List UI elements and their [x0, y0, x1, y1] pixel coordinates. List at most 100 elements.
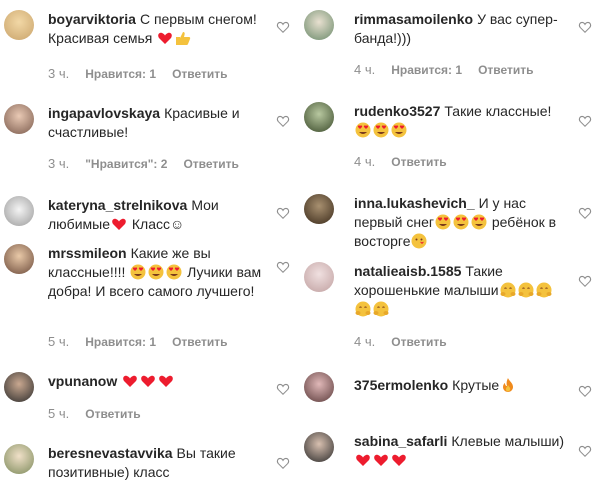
- heart-eyes-emoji: [355, 122, 371, 138]
- red-heart-emoji: [158, 32, 173, 44]
- reply-button[interactable]: Ответить: [391, 155, 446, 169]
- comment-meta: 4 ч. Ответить: [354, 154, 463, 169]
- reply-button[interactable]: Ответить: [172, 335, 227, 349]
- comments-column-left: boyarviktoria С первым снегом! Красивая с…: [0, 0, 302, 494]
- avatar[interactable]: [4, 372, 34, 402]
- heart-eyes-emoji: [471, 214, 487, 230]
- reply-button[interactable]: Ответить: [478, 63, 533, 77]
- avatar[interactable]: [304, 10, 334, 40]
- red-heart-emoji: [392, 454, 406, 466]
- likes-count[interactable]: Нравится: 1: [85, 335, 156, 349]
- comment-text: boyarviktoria С первым снегом! Красивая с…: [48, 10, 266, 48]
- comment-body: Клевые малыши): [451, 433, 565, 449]
- klass-text: Класс☺: [131, 216, 185, 232]
- timestamp: 3 ч.: [48, 66, 70, 81]
- likes-count[interactable]: Нравится: 1: [85, 67, 156, 81]
- username[interactable]: kateryna_strelnikova: [48, 197, 187, 213]
- reply-button[interactable]: Ответить: [391, 335, 446, 349]
- username[interactable]: boyarviktoria: [48, 11, 136, 27]
- reply-button[interactable]: Ответить: [85, 407, 140, 421]
- red-heart-emoji: [374, 454, 388, 466]
- timestamp: 4 ч.: [354, 154, 376, 169]
- avatar[interactable]: [304, 262, 334, 292]
- like-heart-icon[interactable]: [276, 456, 290, 470]
- heart-eyes-emoji: [391, 122, 407, 138]
- red-heart-emoji: [356, 454, 370, 466]
- like-heart-icon[interactable]: [276, 114, 290, 128]
- comment-text: ingapavlovskaya Красивые и счастливые!: [48, 104, 266, 142]
- comment-meta: 4 ч. Ответить: [354, 334, 463, 349]
- like-heart-icon[interactable]: [276, 382, 290, 396]
- timestamp: 3 ч.: [48, 156, 70, 171]
- avatar[interactable]: [4, 196, 34, 226]
- username[interactable]: vpunanow: [48, 373, 117, 389]
- avatar[interactable]: [4, 10, 34, 40]
- like-heart-icon[interactable]: [276, 260, 290, 274]
- heart-eyes-emoji: [166, 264, 182, 280]
- red-heart-emoji: [123, 375, 138, 387]
- avatar[interactable]: [4, 444, 34, 474]
- comment-text: rudenko3527 Такие классные!: [354, 102, 568, 140]
- like-heart-icon[interactable]: [276, 20, 290, 34]
- comment-body: Крутые: [452, 377, 500, 393]
- thumbs-up-emoji: [176, 32, 191, 45]
- red-heart-emoji: [112, 218, 126, 230]
- comment-text: sabina_safarli Клевые малыши): [354, 432, 568, 470]
- comment-text: inna.lukashevich_ И у нас первый снег реб…: [354, 194, 568, 251]
- hugging-face-emoji: [536, 282, 552, 298]
- username[interactable]: mrssmileon: [48, 245, 127, 261]
- reply-button[interactable]: Ответить: [183, 157, 238, 171]
- heart-eyes-emoji: [435, 214, 451, 230]
- timestamp: 4 ч.: [354, 334, 376, 349]
- comment-meta: 5 ч. Нравится: 1 Ответить: [48, 334, 244, 349]
- hugging-face-emoji: [373, 301, 389, 317]
- comment-text: beresnevastavvika Вы такие позитивные) кл…: [48, 444, 266, 482]
- username[interactable]: 375ermolenko: [354, 377, 448, 393]
- avatar[interactable]: [4, 244, 34, 274]
- username[interactable]: rimmasamoilenko: [354, 11, 473, 27]
- comment-text: rimmasamoilenko У вас супер-банда!))): [354, 10, 568, 48]
- avatar[interactable]: [4, 104, 34, 134]
- heart-eyes-emoji: [148, 264, 164, 280]
- avatar[interactable]: [304, 372, 334, 402]
- heart-eyes-emoji: [453, 214, 469, 230]
- comments-column-right: rimmasamoilenko У вас супер-банда!))) 4 ч…: [302, 0, 604, 494]
- timestamp: 4 ч.: [354, 62, 376, 77]
- username[interactable]: natalieaisb.1585: [354, 263, 461, 279]
- like-heart-icon[interactable]: [578, 20, 592, 34]
- like-heart-icon[interactable]: [578, 114, 592, 128]
- like-heart-icon[interactable]: [276, 206, 290, 220]
- like-heart-icon[interactable]: [578, 206, 592, 220]
- kissing-heart-emoji: [411, 233, 427, 249]
- username[interactable]: sabina_safarli: [354, 433, 447, 449]
- comment-meta: 4 ч. Нравится: 1 Ответить: [354, 62, 550, 77]
- comment-text: kateryna_strelnikova Мои любимые Класс☺: [48, 196, 266, 234]
- comment-meta: 3 ч. "Нравится": 2 Ответить: [48, 156, 255, 171]
- fire-emoji: [503, 378, 514, 392]
- hugging-face-emoji: [355, 301, 371, 317]
- red-heart-emoji: [141, 375, 156, 387]
- comment-text: mrssmileon Какие же вы классные!!!! Лучик…: [48, 244, 266, 301]
- like-heart-icon[interactable]: [578, 274, 592, 288]
- timestamp: 5 ч.: [48, 406, 70, 421]
- hugging-face-emoji: [500, 282, 516, 298]
- username[interactable]: beresnevastavvika: [48, 445, 173, 461]
- username[interactable]: rudenko3527: [354, 103, 440, 119]
- avatar[interactable]: [304, 432, 334, 462]
- red-heart-emoji: [159, 375, 174, 387]
- hugging-face-emoji: [518, 282, 534, 298]
- likes-count[interactable]: "Нравится": 2: [85, 157, 167, 171]
- like-heart-icon[interactable]: [578, 384, 592, 398]
- heart-eyes-emoji: [130, 264, 146, 280]
- comment-text: natalieaisb.1585 Такие хорошенькие малыши: [354, 262, 568, 319]
- comment-meta: 5 ч. Ответить: [48, 406, 157, 421]
- likes-count[interactable]: Нравится: 1: [391, 63, 462, 77]
- username[interactable]: ingapavlovskaya: [48, 105, 160, 121]
- avatar[interactable]: [304, 194, 334, 224]
- avatar[interactable]: [304, 102, 334, 132]
- username[interactable]: inna.lukashevich_: [354, 195, 475, 211]
- heart-eyes-emoji: [373, 122, 389, 138]
- reply-button[interactable]: Ответить: [172, 67, 227, 81]
- like-heart-icon[interactable]: [578, 444, 592, 458]
- comment-body: Такие классные!: [444, 103, 552, 119]
